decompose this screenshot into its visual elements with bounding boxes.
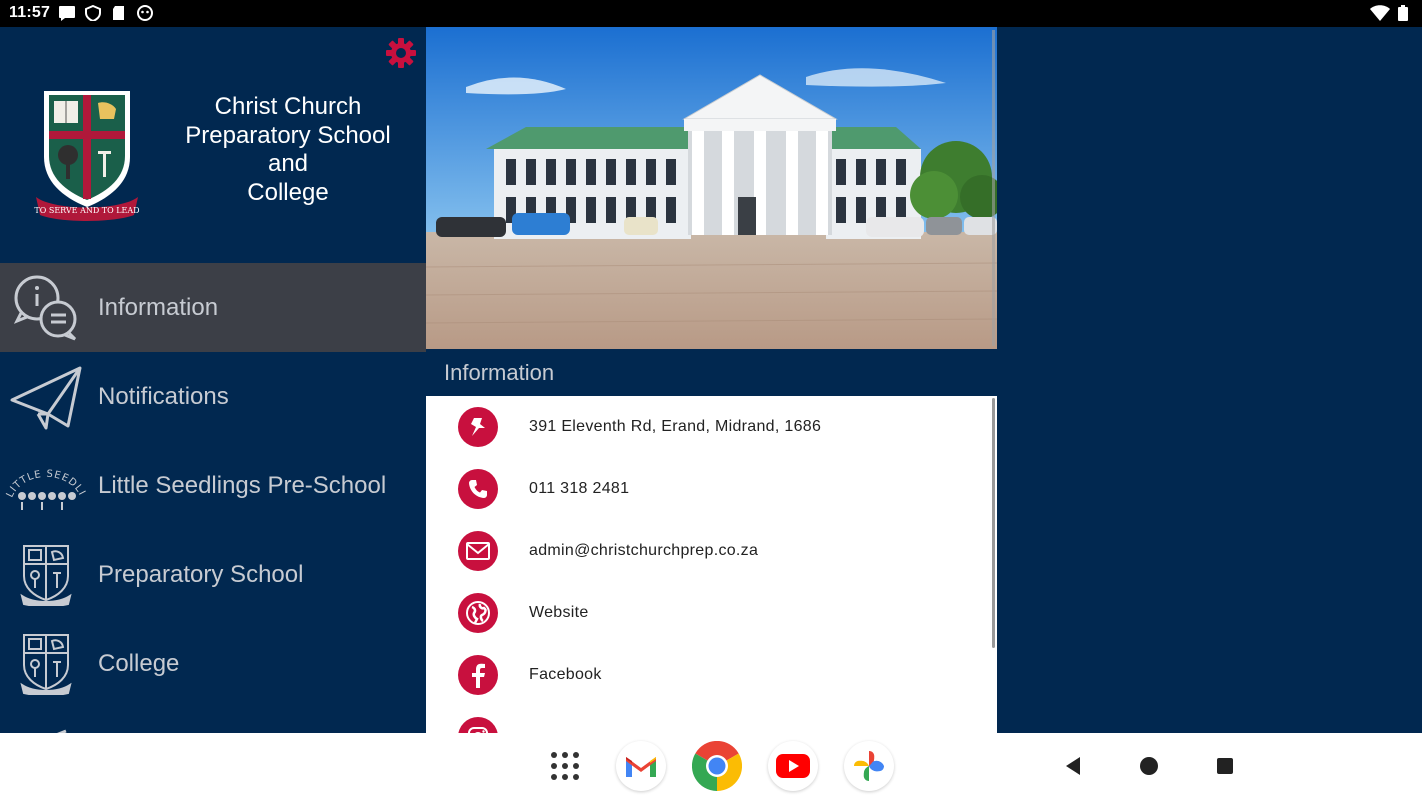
nav-label: Little Seedlings Pre-School xyxy=(98,471,387,499)
address-row[interactable]: 391 Eleventh Rd, Erand, Midrand, 1686 xyxy=(426,396,997,458)
youtube-icon[interactable] xyxy=(768,741,818,791)
svg-text:LITTLE SEEDLINGS: LITTLE SEEDLINGS xyxy=(4,456,87,499)
settings-gear-icon[interactable] xyxy=(385,37,417,69)
back-icon[interactable] xyxy=(1060,751,1086,781)
mail-icon xyxy=(458,531,498,571)
partial-icon xyxy=(0,708,92,733)
app-drawer-icon[interactable] xyxy=(540,741,590,791)
section-title: Information xyxy=(426,349,997,396)
list-scrollbar[interactable] xyxy=(992,398,995,648)
info-chat-icon xyxy=(0,263,92,352)
crest-motto: TO SERVE AND TO LEAD xyxy=(34,206,139,215)
status-time: 11:57 xyxy=(9,4,51,21)
school-crest-icon xyxy=(0,619,92,708)
email-text: admin@christchurchprep.co.za xyxy=(529,542,759,559)
wifi-icon xyxy=(1370,5,1390,26)
website-row[interactable]: Website xyxy=(426,582,997,644)
nav-list: Information Notifications LITTLE SEEDLIN… xyxy=(0,263,426,733)
home-icon[interactable] xyxy=(1136,751,1162,781)
face-icon xyxy=(136,5,154,21)
paper-plane-icon xyxy=(0,352,92,441)
navigation-drawer: TO SERVE AND TO LEAD Christ Church Prepa… xyxy=(0,27,426,733)
contact-list: 391 Eleventh Rd, Erand, Midrand, 1686 01… xyxy=(426,396,997,733)
instagram-row[interactable] xyxy=(426,706,997,733)
status-bar: 11:57 xyxy=(0,0,1422,27)
school-crest-logo: TO SERVE AND TO LEAD xyxy=(34,89,140,221)
nav-label: Preparatory School xyxy=(98,560,304,588)
globe-icon xyxy=(458,593,498,633)
nav-item-little-seedlings[interactable]: LITTLE SEEDLINGS Little Seedlings Pre-Sc… xyxy=(0,441,426,530)
photos-icon[interactable] xyxy=(844,741,894,791)
website-link: Website xyxy=(529,604,589,621)
nav-label: Information xyxy=(98,293,219,321)
school-name: Christ Church Preparatory School and Col… xyxy=(185,93,391,206)
app-dock xyxy=(540,741,894,791)
little-seedlings-logo: LITTLE SEEDLINGS xyxy=(0,441,92,530)
system-buttons xyxy=(1060,751,1238,781)
nav-item-college[interactable]: College xyxy=(0,619,426,708)
gmail-icon[interactable] xyxy=(616,741,666,791)
facebook-icon xyxy=(458,655,498,695)
shield-icon xyxy=(84,4,102,23)
hero-scrollbar[interactable] xyxy=(992,30,995,346)
nav-item-preparatory-school[interactable]: Preparatory School xyxy=(0,530,426,619)
system-nav-bar xyxy=(0,733,1422,800)
nav-item-information[interactable]: Information xyxy=(0,263,426,352)
school-building-photo xyxy=(426,27,997,349)
battery-icon xyxy=(1398,5,1408,26)
facebook-link: Facebook xyxy=(529,666,602,683)
phone-icon xyxy=(458,469,498,509)
facebook-row[interactable]: Facebook xyxy=(426,644,997,706)
nav-item-notifications[interactable]: Notifications xyxy=(0,352,426,441)
recents-icon[interactable] xyxy=(1212,751,1238,781)
pin-icon xyxy=(458,407,498,447)
nav-label: College xyxy=(98,649,180,677)
school-crest-icon xyxy=(0,530,92,619)
address-text: 391 Eleventh Rd, Erand, Midrand, 1686 xyxy=(529,418,822,435)
phone-text: 011 318 2481 xyxy=(529,480,630,497)
sd-card-icon xyxy=(110,5,128,21)
nav-item-partial[interactable] xyxy=(0,708,426,733)
message-icon xyxy=(58,5,76,21)
phone-row[interactable]: 011 318 2481 xyxy=(426,458,997,520)
nav-label: Notifications xyxy=(98,382,229,410)
instagram-icon xyxy=(458,717,498,733)
email-row[interactable]: admin@christchurchprep.co.za xyxy=(426,520,997,582)
chrome-icon[interactable] xyxy=(692,741,742,791)
